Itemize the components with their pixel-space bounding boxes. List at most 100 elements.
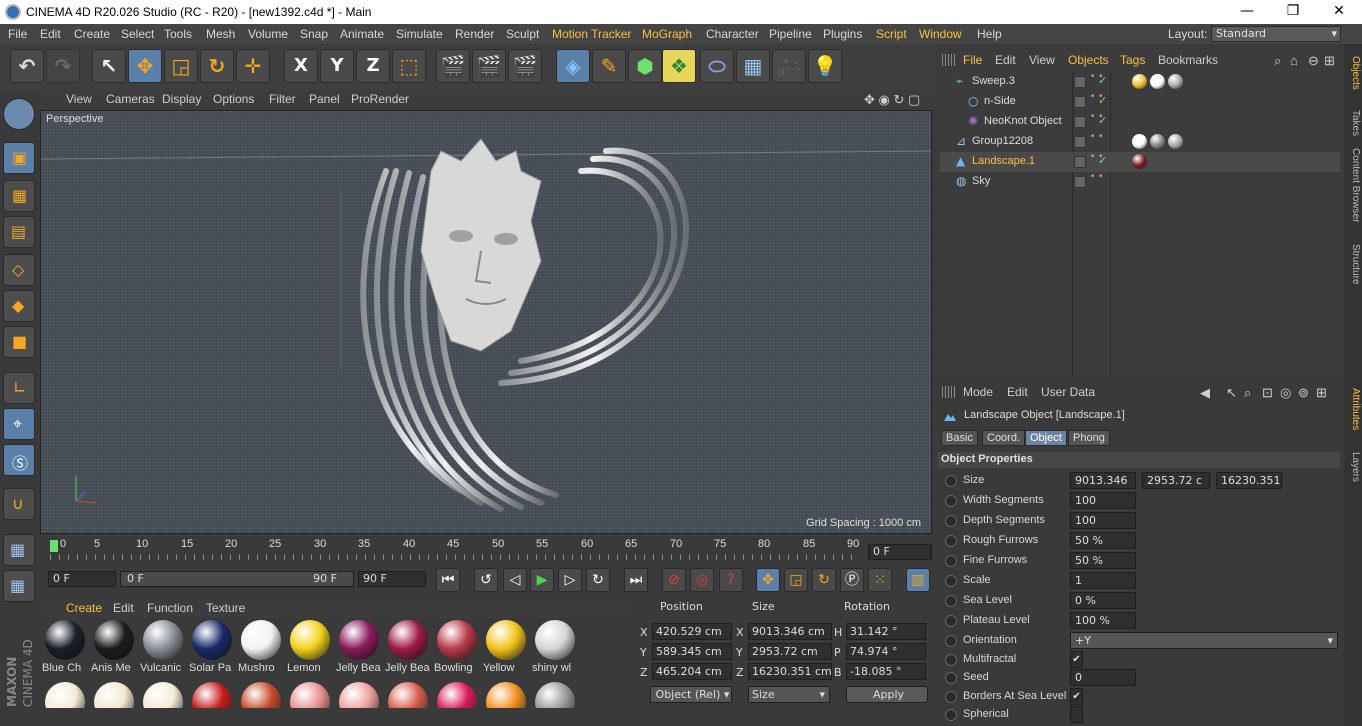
animate-radio[interactable] [945,654,957,666]
material-swatch[interactable]: Anis Me [91,618,137,678]
camera-button[interactable]: 🎥 [772,49,806,83]
polygons-mode-button[interactable]: ■ [3,326,35,358]
axis-mode-button[interactable]: ∟ [3,372,35,404]
y-axis-button[interactable]: Y [320,49,354,83]
animate-radio[interactable] [945,709,957,721]
layer-swatch[interactable] [1074,156,1086,168]
menu-snap[interactable]: Snap [300,27,328,41]
material-swatch[interactable] [238,680,284,708]
size-y-field[interactable]: 2953.72 cm [748,643,832,660]
deformer-button[interactable]: ⬭ [700,49,734,83]
edges-mode-button[interactable]: ◆ [3,290,35,322]
lock-icon[interactable]: ⊡ [1262,385,1273,401]
rot-p-field[interactable]: 74.974 ° [846,643,926,660]
material-menu-function[interactable]: Function [147,601,193,615]
menu-animate[interactable]: Animate [340,27,384,41]
z-axis-button[interactable]: Z [356,49,390,83]
scale-key-button[interactable]: ◲ [784,568,808,592]
size-mode-dropdown[interactable]: Size ▾ [748,686,830,703]
animate-radio[interactable] [945,555,957,567]
menu-pipeline[interactable]: Pipeline [769,27,812,41]
material-swatch[interactable] [385,680,431,708]
material-swatch[interactable]: Blue Ch [42,618,88,678]
side-tab-layers[interactable]: Layers [1345,452,1361,482]
menu-render[interactable]: Render [455,27,494,41]
material-swatch[interactable] [483,680,529,708]
orientation-dropdown[interactable]: +Y ▾ [1070,632,1338,649]
viewport-menu-view[interactable]: View [66,92,92,106]
timeline-ruler[interactable]: 0 5 10 15 20 25 30 35 40 45 50 55 60 65 … [40,534,936,564]
objects-menu-file[interactable]: File [963,53,982,67]
animate-radio[interactable] [945,672,957,684]
new-window-icon[interactable]: ⊞ [1324,53,1335,69]
collapse-icon[interactable]: ⊖ [1308,53,1319,69]
new-window-icon[interactable]: ⊞ [1316,385,1327,401]
next-frame-button[interactable]: ▷ [558,568,582,592]
material-swatch[interactable] [336,680,382,708]
viewport-menu-panel[interactable]: Panel [309,92,340,106]
material-swatch[interactable]: Bowling [434,618,480,678]
size-x-field[interactable]: 9013.346 cm [748,623,832,640]
rotate-tool-button[interactable]: ↻ [200,49,234,83]
points-mode-button[interactable]: ◇ [3,254,35,286]
array-button[interactable]: ❖ [662,49,696,83]
target-icon[interactable]: ◎ [1280,385,1291,401]
menu-plugins[interactable]: Plugins [823,27,862,41]
side-tab-attributes[interactable]: Attributes [1345,388,1361,430]
go-to-start-button[interactable]: ⏮ [436,568,460,592]
maximize-button[interactable]: ❐ [1270,0,1316,24]
solo-button[interactable]: Ⓢ [3,444,35,476]
material-menu-create[interactable]: Create [66,601,102,615]
move-tool-button[interactable]: ✥ [128,49,162,83]
go-to-end-button[interactable]: ⏭ [624,568,648,592]
recent-tool-button[interactable]: ✛ [236,49,270,83]
menu-create[interactable]: Create [74,27,110,41]
coordinate-mode-dropdown[interactable]: Object (Rel) ▾ [650,686,732,703]
menu-tools[interactable]: Tools [164,27,192,41]
animate-radio[interactable] [945,595,957,607]
object-list-item[interactable]: ◍ Sky • • [940,172,1340,192]
attributes-menu-mode[interactable]: Mode [963,385,993,399]
menu-edit[interactable]: Edit [40,27,61,41]
timeline-window-button[interactable]: ▥ [906,568,930,592]
tab-object[interactable]: Object [1025,430,1067,446]
objects-menu-objects[interactable]: Objects [1068,53,1109,67]
search-icon[interactable]: ⌕ [1274,53,1281,69]
material-swatch[interactable] [532,680,578,708]
redo-button[interactable]: ↷ [46,49,80,83]
menu-volume[interactable]: Volume [248,27,288,41]
animate-radio[interactable] [945,475,957,487]
attributes-menu-edit[interactable]: Edit [1007,385,1028,399]
material-tag-icon[interactable] [1150,134,1165,149]
size-x-input[interactable]: 9013.346 [1070,472,1136,489]
borders-checkbox[interactable]: ✔ [1070,688,1083,705]
tab-phong[interactable]: Phong [1068,430,1110,446]
enabled-check-icon[interactable]: ✓ [1098,154,1107,167]
menu-select[interactable]: Select [121,27,154,41]
make-editable-button[interactable] [3,98,35,130]
material-swatch[interactable]: Solar Pa [189,618,235,678]
menu-sculpt[interactable]: Sculpt [506,27,539,41]
pen-button[interactable]: ✎ [592,49,626,83]
perspective-viewport[interactable]: Perspective Grid Spacing : 1000 cm [40,110,932,534]
animate-radio[interactable] [945,535,957,547]
layer-swatch[interactable] [1074,76,1086,88]
material-menu-edit[interactable]: Edit [113,601,134,615]
live-selection-button[interactable]: ↖ [92,49,126,83]
tab-coord[interactable]: Coord. [982,430,1026,446]
pos-y-field[interactable]: 589.345 cm [652,643,732,660]
playhead[interactable] [50,540,58,552]
viewport-navigation-icon[interactable]: ✥ ◉ ↻ ▢ [864,92,920,108]
apply-button[interactable]: Apply [846,686,928,703]
visibility-dots-icon[interactable]: • • [1090,133,1103,142]
search-icon[interactable]: ⌕ [1244,385,1251,401]
object-list-item[interactable]: ✺ NeoKnot Object • • ✓ [940,112,1340,132]
record-active-button[interactable]: ⊘ [662,568,686,592]
menu-help[interactable]: Help [977,27,1002,41]
enabled-check-icon[interactable]: ✓ [1098,94,1107,107]
cube-button[interactable]: ◈ [556,49,590,83]
material-tag-icon[interactable] [1168,74,1183,89]
material-swatch[interactable]: Jelly Bea [385,618,431,678]
material-tag-icon[interactable] [1132,154,1147,169]
size-y-input[interactable]: 2953.72 c [1142,472,1210,489]
